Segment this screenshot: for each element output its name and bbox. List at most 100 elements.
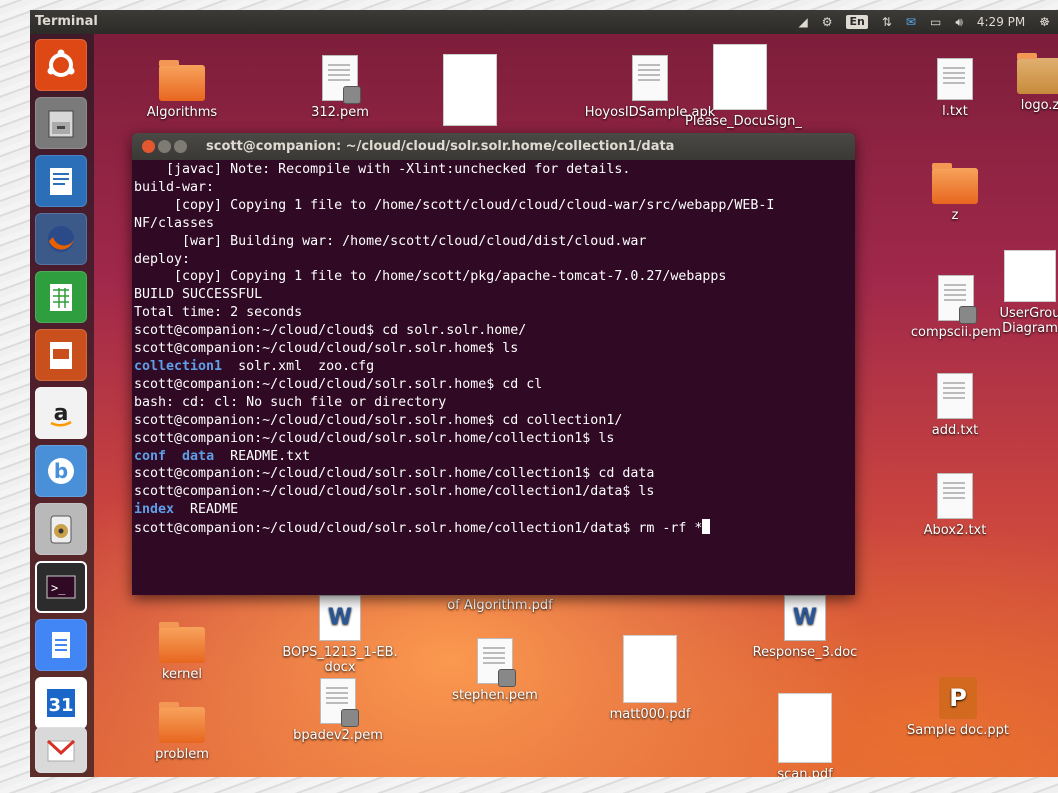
text-file-icon <box>937 373 973 419</box>
desktop-icon-scan-pdf[interactable]: scan.pdf <box>750 693 860 777</box>
pem-file-icon <box>322 55 361 104</box>
powerpoint-icon: P <box>939 677 977 719</box>
impress-icon[interactable] <box>35 329 87 381</box>
desktop[interactable]: Terminal ◢ ⚙ En ⇅ ✉ ▭ 🔊︎ 4:29 PM ☸ a b >… <box>30 10 1058 777</box>
files-icon[interactable] <box>35 97 87 149</box>
terminal-line: [war] Building war: /home/scott/cloud/cl… <box>134 233 647 249</box>
text-cursor <box>702 519 711 535</box>
active-app-title: Terminal <box>35 14 98 29</box>
settings-gear-icon[interactable]: ☸ <box>1039 10 1050 34</box>
maximize-button[interactable] <box>174 140 187 153</box>
terminal-line: [javac] Note: Recompile with -Xlint:unch… <box>134 162 631 177</box>
input-method-indicator[interactable]: En <box>846 15 868 29</box>
calc-icon[interactable] <box>35 271 87 323</box>
desktop-icon-logo-zip[interactable]: logo.z <box>1000 53 1058 113</box>
svg-text:>_: >_ <box>51 581 66 595</box>
terminal-line: [copy] Copying 1 file to /home/scott/clo… <box>134 197 775 213</box>
desktop-icon-stephen-pem[interactable]: stephen.pem <box>440 638 550 703</box>
terminal-line: deploy: <box>134 251 191 267</box>
writer-icon[interactable] <box>35 155 87 207</box>
svg-text:a: a <box>54 401 69 426</box>
terminal-line: BUILD SUCCESSFUL <box>134 287 263 303</box>
text-file-icon <box>937 473 973 519</box>
folder-icon <box>159 622 205 663</box>
firefox-icon[interactable] <box>35 213 87 265</box>
file-icon <box>632 55 668 101</box>
terminal-prompt[interactable]: scott@companion:~/cloud/cloud/solr.solr.… <box>134 521 702 536</box>
rhythmbox-icon[interactable] <box>35 503 87 555</box>
terminal-prompt-line[interactable]: scott@companion:~/cloud/cloud/solr.solr.… <box>134 519 853 538</box>
desktop-icon-abox2-txt[interactable]: Abox2.txt <box>910 473 1000 538</box>
file-entries: README.txt <box>214 448 311 464</box>
close-button[interactable] <box>142 140 155 153</box>
terminal-line: index README <box>134 501 853 519</box>
desktop-icon-sample-doc-ppt[interactable]: P Sample doc.ppt <box>903 677 1013 738</box>
pem-file-icon <box>938 275 977 324</box>
desktop-icon-algorithms[interactable]: Algorithms <box>127 60 237 120</box>
wifi-icon[interactable]: ◢ <box>798 10 807 34</box>
word-doc-icon: W <box>784 595 826 641</box>
terminal-line: build-war: <box>134 179 215 195</box>
clock[interactable]: 4:29 PM <box>977 10 1025 34</box>
desktop-icon-cease-for[interactable] <box>440 54 500 130</box>
dir-entry: data <box>182 448 215 464</box>
launcher: a b >_ 31 <box>30 34 94 777</box>
file-entries: README <box>174 502 239 518</box>
desktop-icon-response-3[interactable]: W Response_3.doc <box>745 595 865 660</box>
desktop-icon-z[interactable]: z <box>910 163 1000 223</box>
gmail-icon[interactable] <box>35 727 87 773</box>
terminal-line: scott@companion:~/cloud/cloud/solr.solr.… <box>134 484 655 500</box>
mail-icon[interactable]: ✉ <box>906 10 916 34</box>
system-tray: ◢ ⚙ En ⇅ ✉ ▭ 🔊︎ 4:29 PM ☸ <box>798 10 1058 34</box>
desktop-icon-compscii-pem[interactable]: compscii.pem <box>906 275 1006 340</box>
terminal-line: scott@companion:~/cloud/cloud/solr.solr.… <box>134 412 623 428</box>
text-file-icon <box>937 58 973 100</box>
desktop-icon-matt000-pdf[interactable]: matt000.pdf <box>595 635 705 722</box>
desktop-icon-bops-docx[interactable]: W BOPS_1213_1-EB. docx <box>280 595 400 675</box>
window-controls <box>142 140 187 153</box>
desktop-icon-kernel[interactable]: kernel <box>127 622 237 682</box>
minimize-button[interactable] <box>158 140 171 153</box>
terminal-line: collection1 solr.xml zoo.cfg <box>134 358 853 376</box>
terminal-line: Total time: 2 seconds <box>134 305 303 321</box>
desktop-icon-bpadev2-pem[interactable]: bpadev2.pem <box>283 678 393 743</box>
docs-icon[interactable] <box>35 619 87 671</box>
dir-entry: conf <box>134 448 167 464</box>
accessibility-icon[interactable]: ⚙ <box>822 10 833 34</box>
desktop-icon-l-txt[interactable]: l.txt <box>915 58 995 119</box>
file-entries: solr.xml zoo.cfg <box>222 358 375 374</box>
terminal-line: scott@companion:~/cloud/cloud$ cd solr.s… <box>134 323 527 339</box>
terminal-window[interactable]: scott@companion: ~/cloud/cloud/solr.solr… <box>132 133 855 595</box>
amazon-icon[interactable]: a <box>35 387 87 439</box>
ubuntu-dash-icon[interactable] <box>35 39 87 91</box>
zip-icon <box>1017 53 1058 94</box>
folder-icon <box>159 702 205 743</box>
terminal-line: scott@companion:~/cloud/cloud/solr.solr.… <box>134 430 615 446</box>
terminal-output[interactable]: [javac] Note: Recompile with -Xlint:unch… <box>132 160 855 538</box>
dir-entry: collection1 <box>134 358 223 374</box>
b-app-icon[interactable]: b <box>35 445 87 497</box>
terminal-line: scott@companion:~/cloud/cloud/solr.solr.… <box>134 341 519 357</box>
desktop-icon-please-docusign[interactable]: Please_DocuSign_ <box>685 44 802 129</box>
pem-file-icon <box>477 638 516 687</box>
terminal-line: scott@companion:~/cloud/cloud/solr.solr.… <box>134 376 543 392</box>
network-arrows-icon[interactable]: ⇅ <box>882 10 892 34</box>
desktop-icon-add-txt[interactable]: add.txt <box>910 373 1000 438</box>
battery-icon[interactable]: ▭ <box>930 10 941 34</box>
terminal-title: scott@companion: ~/cloud/cloud/solr.solr… <box>206 139 675 154</box>
desktop-icon-algorithm-pdf[interactable]: of Algorithm.pdf <box>425 598 575 613</box>
terminal-line: NF/classes <box>134 215 215 231</box>
terminal-titlebar[interactable]: scott@companion: ~/cloud/cloud/solr.solr… <box>132 133 855 160</box>
terminal-icon[interactable]: >_ <box>35 561 87 613</box>
svg-text:b: b <box>54 459 68 483</box>
pdf-thumbnail-icon <box>778 693 832 763</box>
volume-icon[interactable]: 🔊︎ <box>955 10 963 34</box>
terminal-line: conf data README.txt <box>134 448 853 466</box>
folder-icon <box>932 163 978 204</box>
desktop-icon-problem[interactable]: problem <box>127 702 237 762</box>
terminal-line: bash: cd: cl: No such file or directory <box>134 394 447 410</box>
desktop-icon-312-pem[interactable]: 312.pem <box>285 55 395 120</box>
calendar-icon[interactable]: 31 <box>35 677 87 729</box>
dir-entry: index <box>134 502 175 518</box>
pdf-thumbnail-icon <box>713 44 767 110</box>
